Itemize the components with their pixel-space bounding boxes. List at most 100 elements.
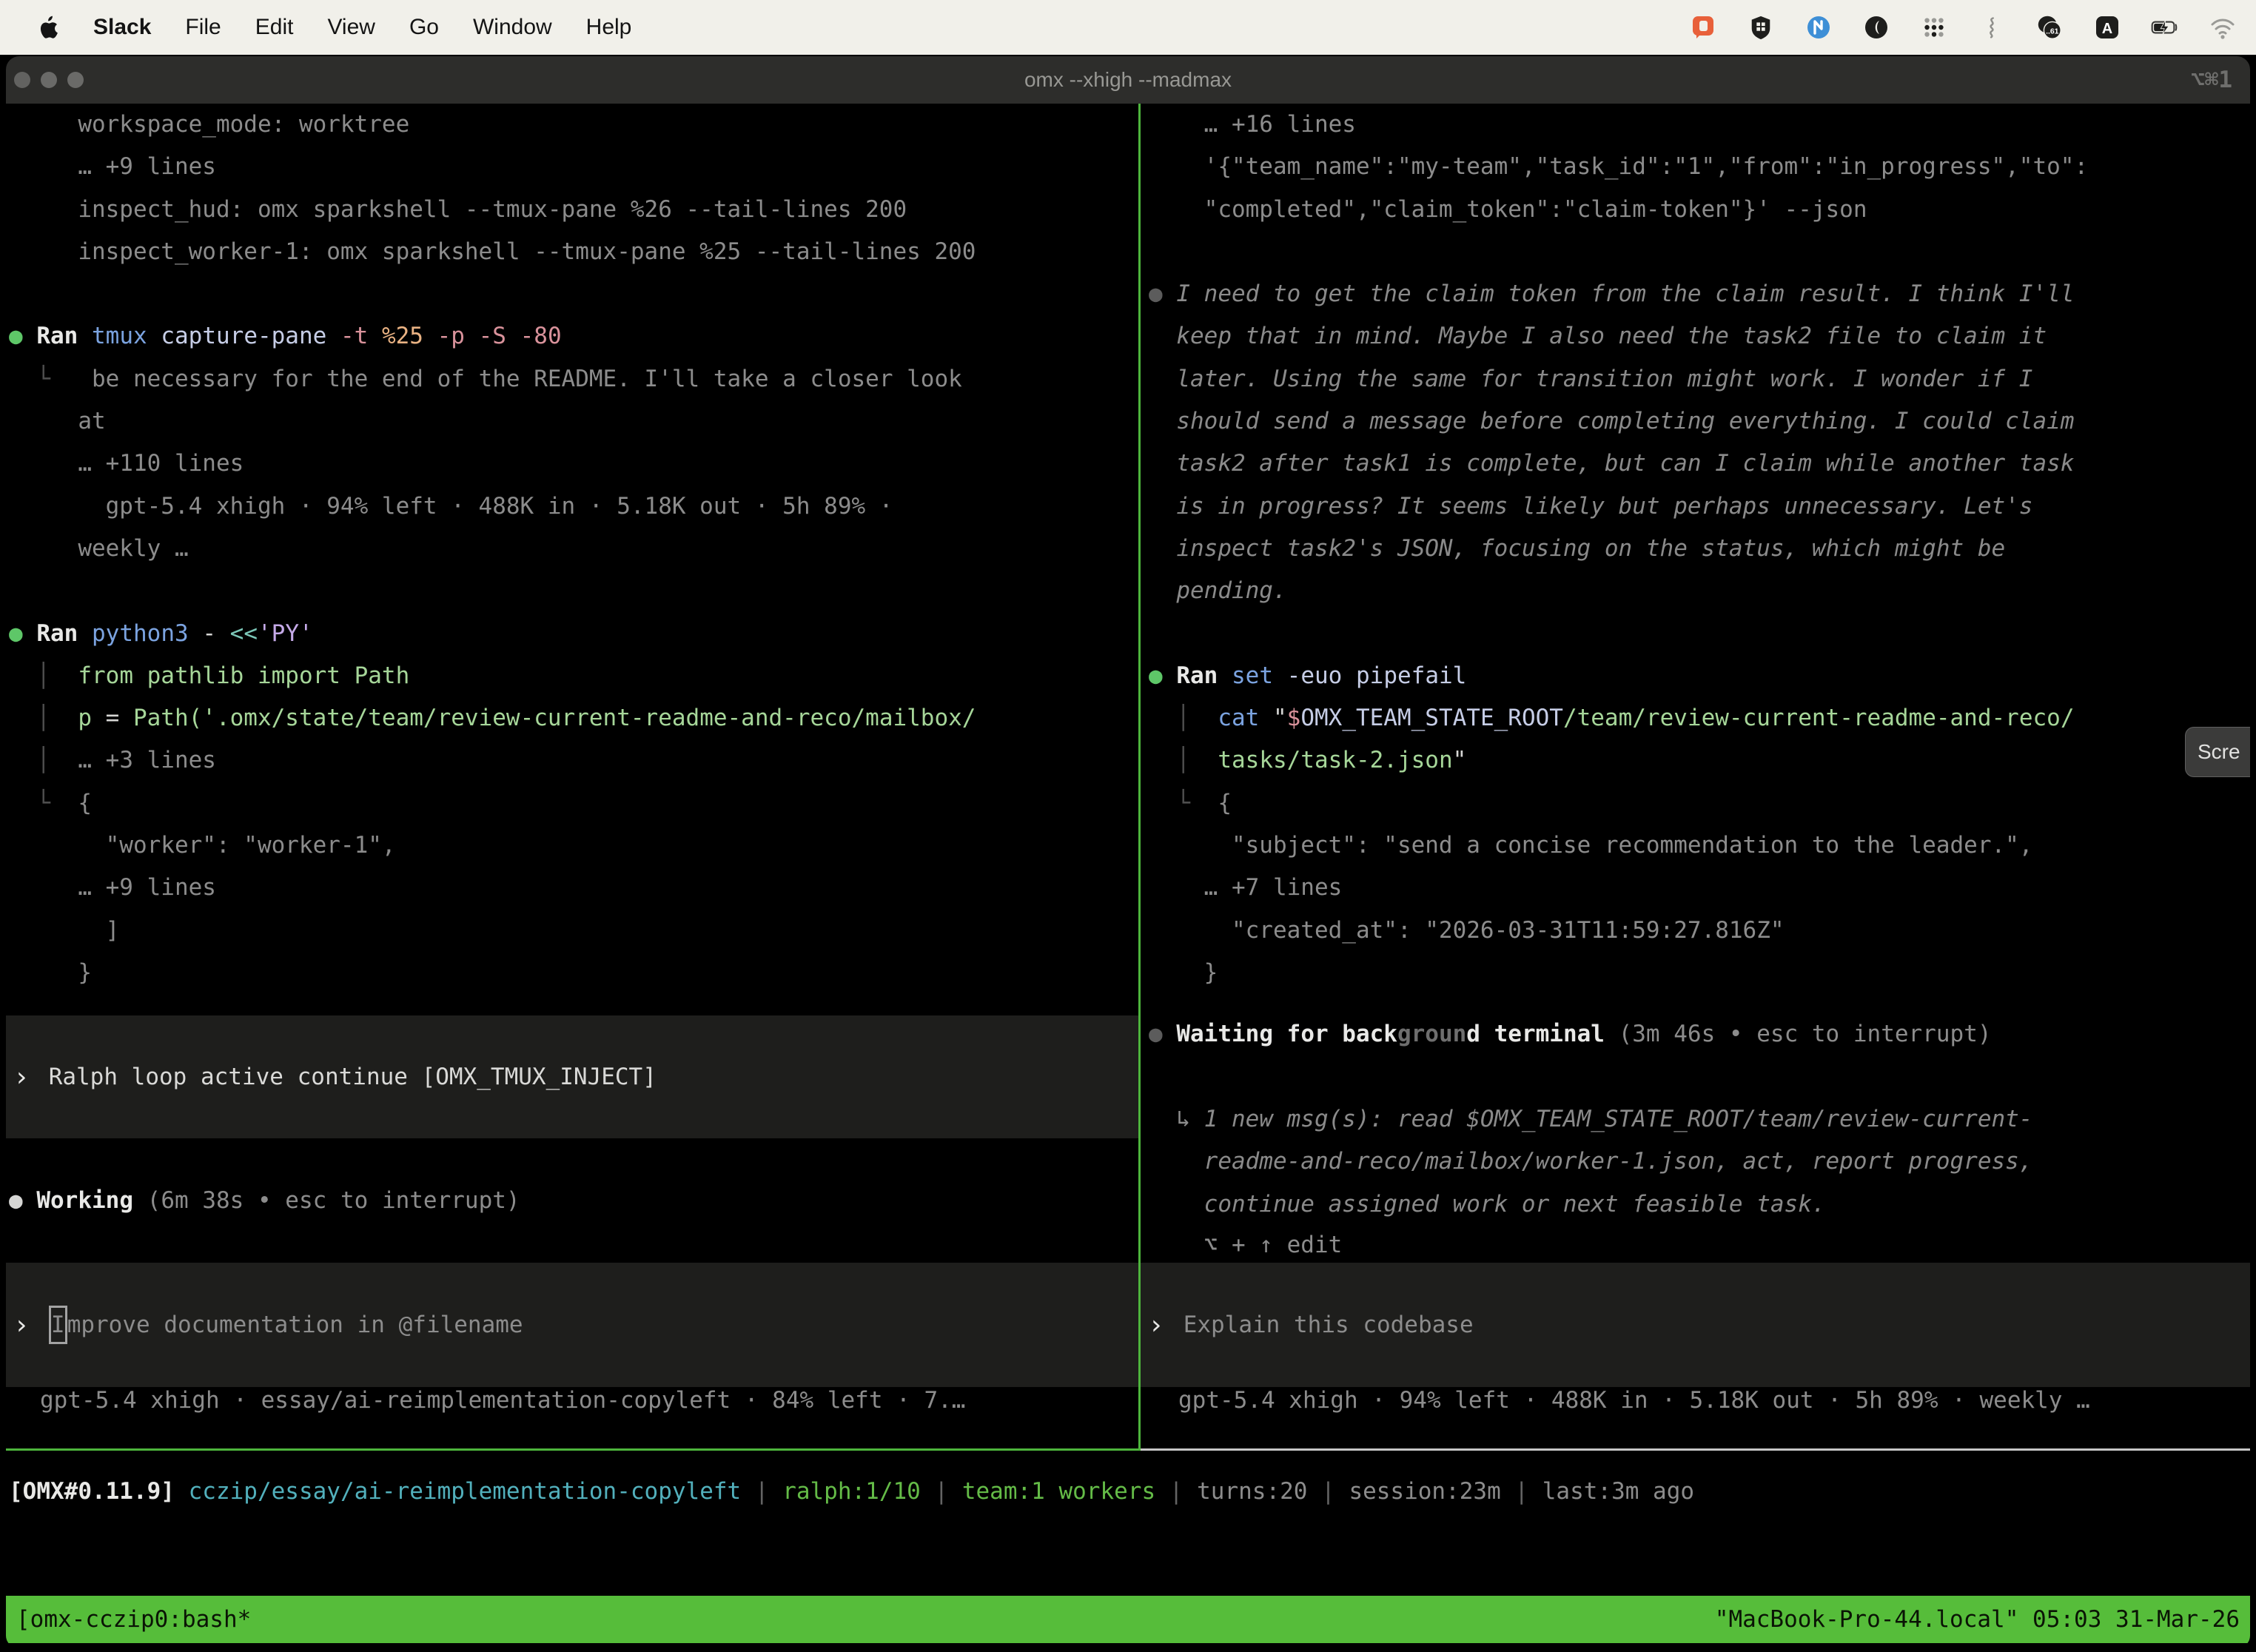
terminal-line: later. Using the same for transition mig… xyxy=(1149,358,2250,400)
terminal-line: │ … +3 lines xyxy=(9,739,1137,782)
shield-grid-icon[interactable] xyxy=(1747,13,1775,41)
terminal-line: ● Ran python3 - <<'PY' xyxy=(9,613,1137,655)
terminal-line: at xyxy=(9,400,1137,443)
right-pane-bottom-border-inactive xyxy=(1141,1448,2250,1451)
terminal-line xyxy=(9,273,1137,315)
terminal-line: ↳ 1 new msg(s): read $OMX_TEAM_STATE_ROO… xyxy=(1149,1098,2032,1141)
terminal-line: │ tasks/task-2.json" xyxy=(1149,739,2250,782)
terminal-line: └ { xyxy=(1149,782,2250,825)
svg-text:A: A xyxy=(2102,21,2112,37)
dark-orb-icon[interactable] xyxy=(1862,13,1890,41)
battery-icon[interactable] xyxy=(2151,13,2179,41)
terminal-line: │ from pathlib import Path xyxy=(9,655,1137,697)
menu-item-file[interactable]: File xyxy=(185,15,221,40)
left-pane-scrollback: workspace_mode: worktree … +9 lines insp… xyxy=(9,104,1137,994)
terminal-line: "subject": "send a concise recommendatio… xyxy=(1149,825,2250,867)
macos-menu-bar: Slack File Edit View Go Window Help ..61 xyxy=(0,0,2256,55)
terminal-line: gpt-5.4 xhigh · 94% left · 488K in · 5.1… xyxy=(9,486,1137,528)
window-title-bar[interactable]: omx --xhigh --madmax ⌥⌘1 xyxy=(6,56,2250,104)
terminal-line: continue assigned work or next feasible … xyxy=(1149,1183,2032,1226)
pane-vertical-divider[interactable] xyxy=(1138,104,1141,1451)
chat-badge-icon[interactable] xyxy=(1689,13,1717,41)
terminal-line: ● Waiting for background terminal (3m 46… xyxy=(1149,1013,1992,1055)
terminal-line: pending. xyxy=(1149,570,2250,612)
terminal-line: ● I need to get the claim token from the… xyxy=(1149,273,2250,315)
terminal-line: … +9 lines xyxy=(9,146,1137,188)
waiting-status-line: ● Waiting for background terminal (3m 46… xyxy=(1149,1013,1992,1055)
meter-badge-icon[interactable]: ..61 xyxy=(2035,13,2064,41)
left-pane-bottom-border-active xyxy=(6,1448,1138,1451)
screen-share-tooltip: Scre xyxy=(2185,727,2250,777)
squiggle-icon[interactable] xyxy=(1978,13,2006,41)
terminal-line: should send a message before completing … xyxy=(1149,400,2250,443)
tmux-status-bar: [omx-cczip0:bash* "MacBook-Pro-44.local"… xyxy=(6,1596,2250,1643)
terminal-line: [OMX#0.11.9] cczip/essay/ai-reimplementa… xyxy=(9,1471,1694,1513)
mailbox-message-block: ↳ 1 new msg(s): read $OMX_TEAM_STATE_ROO… xyxy=(1149,1098,2032,1226)
terminal-line: inspect_hud: omx sparkshell --tmux-pane … xyxy=(9,189,1137,231)
prompt-chevron-icon: › xyxy=(13,1310,30,1340)
terminal-line: readme-and-reco/mailbox/worker-1.json, a… xyxy=(1149,1141,2032,1183)
terminal-line xyxy=(1149,613,2250,655)
menu-item-window[interactable]: Window xyxy=(473,15,552,40)
right-prompt-input[interactable]: › Explain this codebase xyxy=(1141,1263,2250,1387)
menu-item-help[interactable]: Help xyxy=(586,15,632,40)
terminal-window: omx --xhigh --madmax ⌥⌘1 workspace_mode:… xyxy=(6,56,2250,1648)
apple-menu-icon[interactable] xyxy=(34,13,59,42)
terminal-line: … +16 lines xyxy=(1149,104,2250,146)
left-prompt-input[interactable]: › I mprove documentation in @filename xyxy=(6,1263,1138,1387)
text-cursor: I xyxy=(49,1306,67,1344)
terminal-line xyxy=(9,570,1137,612)
menu-item-go[interactable]: Go xyxy=(409,15,439,40)
prompt-chevron-icon: › xyxy=(13,1062,30,1092)
terminal-line xyxy=(1149,231,2250,273)
terminal-line: } xyxy=(1149,952,2250,994)
right-pane-scrollback: … +16 lines '{"team_name":"my-team","tas… xyxy=(1149,104,2250,994)
menu-item-edit[interactable]: Edit xyxy=(255,15,294,40)
terminal-line: inspect_worker-1: omx sparkshell --tmux-… xyxy=(9,231,1137,273)
terminal-line: workspace_mode: worktree xyxy=(9,104,1137,146)
terminal-line: │ p = Path('.omx/state/team/review-curre… xyxy=(9,697,1137,739)
terminal-line: … +110 lines xyxy=(9,443,1137,485)
terminal-line: weekly … xyxy=(9,528,1137,570)
terminal-line: ● Ran set -euo pipefail xyxy=(1149,655,2250,697)
svg-text:..61: ..61 xyxy=(2046,28,2059,36)
terminal-line: … +9 lines xyxy=(9,867,1137,909)
terminal-line: "completed","claim_token":"claim-token"}… xyxy=(1149,189,2250,231)
terminal-line: keep that in mind. Maybe I also need the… xyxy=(1149,315,2250,357)
dots-grid-icon[interactable] xyxy=(1920,13,1948,41)
terminal-line: task2 after task1 is complete, but can I… xyxy=(1149,443,2250,485)
left-model-status: gpt-5.4 xhigh · essay/ai-reimplementatio… xyxy=(40,1387,965,1414)
terminal-line: "created_at": "2026-03-31T11:59:27.816Z" xyxy=(1149,910,2250,952)
ralph-loop-banner: › Ralph loop active continue [OMX_TMUX_I… xyxy=(6,1015,1138,1138)
terminal-line: ● Working (6m 38s • esc to interrupt) xyxy=(9,1180,520,1222)
terminal-line: is in progress? It seems likely but perh… xyxy=(1149,486,2250,528)
window-title: omx --xhigh --madmax xyxy=(6,56,2250,104)
input-placeholder: mprove documentation in @filename xyxy=(67,1312,523,1338)
tmux-host-clock: "MacBook-Pro-44.local" 05:03 31-Mar-26 xyxy=(1715,1606,2240,1633)
letter-a-icon[interactable]: A xyxy=(2093,13,2121,41)
menu-item-slack[interactable]: Slack xyxy=(93,15,151,40)
terminal-line: ⌥ + ↑ edit xyxy=(1149,1224,1342,1266)
menu-item-view[interactable]: View xyxy=(327,15,375,40)
working-status-line: ● Working (6m 38s • esc to interrupt) xyxy=(9,1180,520,1222)
input-placeholder: Explain this codebase xyxy=(1184,1312,1474,1338)
terminal-line: … +7 lines xyxy=(1149,867,2250,909)
terminal-line: "worker": "worker-1", xyxy=(9,825,1137,867)
terminal-line: │ cat "$OMX_TEAM_STATE_ROOT/team/review-… xyxy=(1149,697,2250,739)
terminal-line: ● Ran tmux capture-pane -t %25 -p -S -80 xyxy=(9,315,1137,357)
tmux-session-label: [omx-cczip0:bash* xyxy=(16,1606,251,1633)
terminal-line: inspect task2's JSON, focusing on the st… xyxy=(1149,528,2250,570)
terminal-line: '{"team_name":"my-team","task_id":"1","f… xyxy=(1149,146,2250,188)
right-model-status: gpt-5.4 xhigh · 94% left · 488K in · 5.1… xyxy=(1178,1387,2090,1414)
wifi-icon[interactable] xyxy=(2209,13,2237,41)
zap-circle-icon[interactable] xyxy=(1805,13,1833,41)
terminal-line: └ { xyxy=(9,782,1137,825)
terminal-line: } xyxy=(9,952,1137,994)
edit-shortcut-hint: ⌥ + ↑ edit xyxy=(1149,1224,1342,1266)
ralph-loop-text: Ralph loop active continue [OMX_TMUX_INJ… xyxy=(49,1064,657,1090)
prompt-chevron-icon: › xyxy=(1148,1310,1164,1340)
omx-hud-status-line: [OMX#0.11.9] cczip/essay/ai-reimplementa… xyxy=(9,1471,1694,1513)
window-shortcut-hint: ⌥⌘1 xyxy=(2191,56,2232,104)
terminal-line: └ be necessary for the end of the README… xyxy=(9,358,1137,400)
terminal-line: ] xyxy=(9,910,1137,952)
